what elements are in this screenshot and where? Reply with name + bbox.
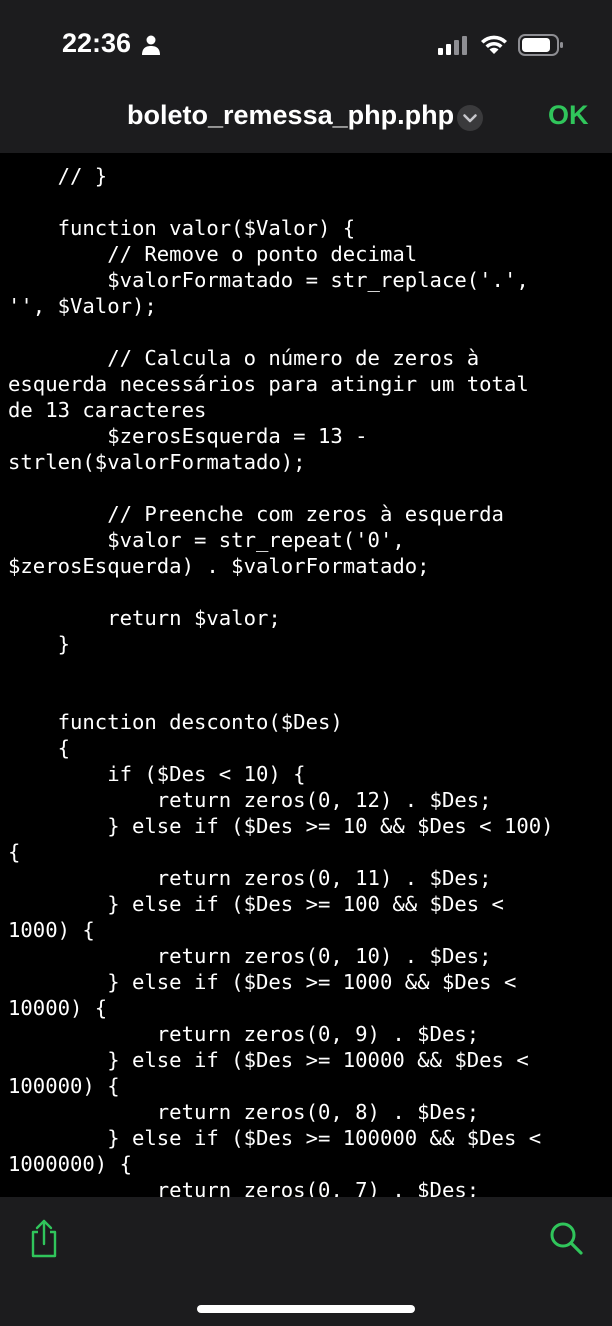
code-line: } [8,632,70,656]
code-line: return zeros(0, 11) . $Des; [8,866,492,890]
code-line: if ($Des < 10) { [8,762,306,786]
code-line: } else if ($Des >= 1000 && $Des < [8,970,517,994]
search-icon[interactable] [548,1220,584,1256]
chevron-down-icon[interactable] [456,104,484,132]
code-line: de 13 caracteres [8,398,207,422]
code-line: $valor = str_repeat('0', [8,528,405,552]
code-line: function desconto($Des) [8,710,343,734]
code-line: return $valor; [8,606,281,630]
code-line: } else if ($Des >= 100 && $Des < [8,892,504,916]
code-line: esquerda necessários para atingir um tot… [8,372,529,396]
code-line: $zerosEsquerda) . $valorFormatado; [8,554,430,578]
status-time: 22:36 [62,28,132,58]
code-line: 1000) { [8,918,95,942]
code-line: // Preenche com zeros à esquerda [8,502,504,526]
person-icon [142,35,160,55]
code-line: 100000) { [8,1074,120,1098]
code-line: return zeros(0, 8) . $Des; [8,1100,480,1124]
code-line: 10000) { [8,996,108,1020]
code-line: // Calcula o número de zeros à [8,346,480,370]
signal-icon [438,36,467,55]
code-line: } else if ($Des >= 10000 && $Des < [8,1048,529,1072]
code-line: // } [8,164,108,188]
file-title[interactable]: boleto_remessa_php.php [127,100,454,131]
code-line: { [8,736,70,760]
home-indicator[interactable] [197,1305,415,1313]
code-line: $zerosEsquerda = 13 - [8,424,368,448]
code-line: $valorFormatado = str_replace('.', [8,268,529,292]
code-line: '', $Valor); [8,294,157,318]
code-line: function valor($Valor) { [8,216,356,240]
code-line: return zeros(0, 9) . $Des; [8,1022,480,1046]
code-line: return zeros(0, 7) . $Des; [8,1178,480,1197]
code-line: // Remove o ponto decimal [8,242,418,266]
code-line: strlen($valorFormatado); [8,450,306,474]
battery-icon [518,34,563,56]
ok-button[interactable]: OK [548,100,589,131]
code-line: return zeros(0, 12) . $Des; [8,788,492,812]
wifi-icon [481,35,507,54]
code-viewer[interactable]: // } function valor($Valor) { // Remove … [0,153,612,1197]
code-line: { [8,840,21,864]
code-line: return zeros(0, 10) . $Des; [8,944,492,968]
code-line: 1000000) { [8,1152,132,1176]
code-line: } else if ($Des >= 10 && $Des < 100) [8,814,554,838]
code-line: } else if ($Des >= 100000 && $Des < [8,1126,542,1150]
share-icon[interactable] [28,1218,60,1258]
